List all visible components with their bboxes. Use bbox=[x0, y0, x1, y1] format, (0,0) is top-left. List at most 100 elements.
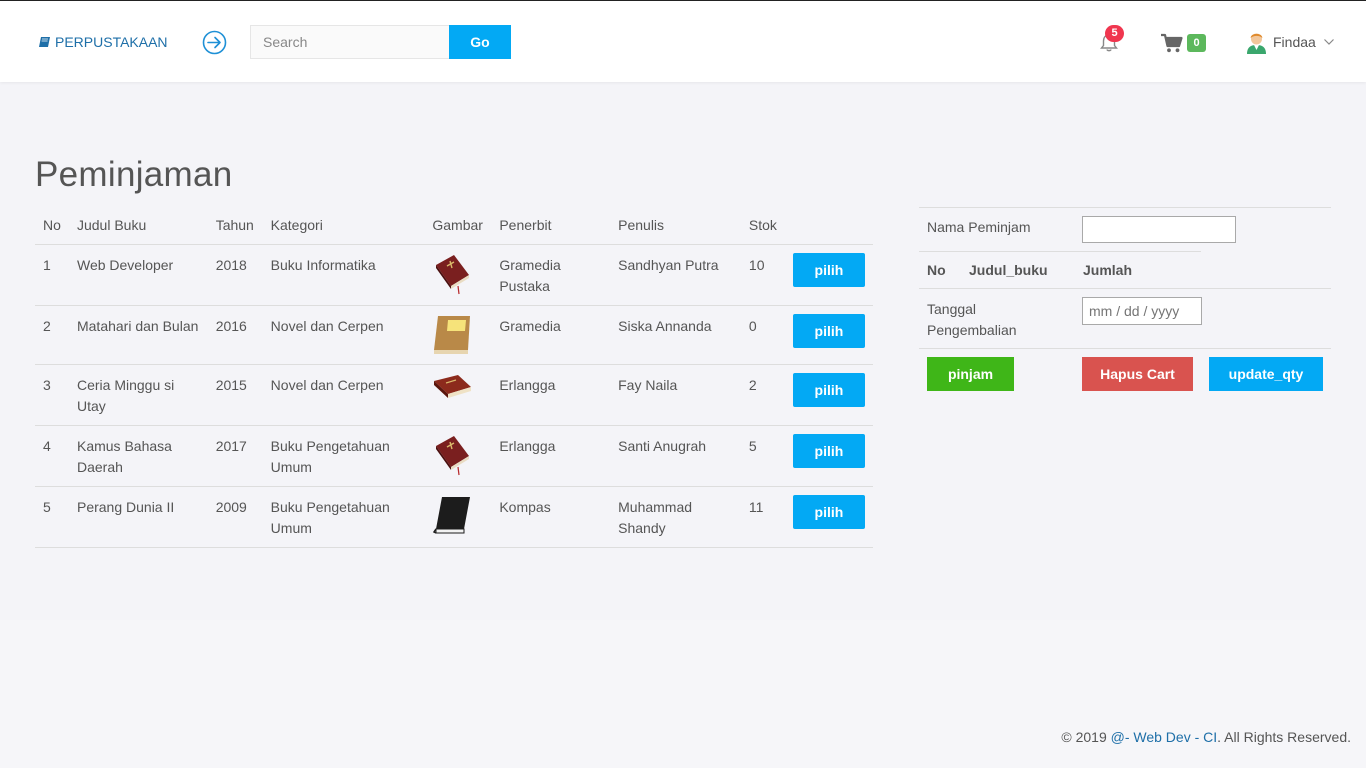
tanggal-label: Tanggal Pengembalian bbox=[927, 301, 1017, 338]
cell-stok: 5 bbox=[740, 425, 785, 487]
cell-penulis: Fay Naila bbox=[610, 364, 741, 426]
cell-penulis: Siska Annanda bbox=[610, 305, 741, 365]
arrow-right-circle-icon[interactable] bbox=[202, 30, 227, 55]
cell-kategori: Buku Pengetahuan Umum bbox=[262, 486, 425, 548]
pilih-button[interactable]: pilih bbox=[792, 372, 865, 407]
footer-link[interactable]: @- Web Dev - CI bbox=[1111, 729, 1218, 745]
cell-tahun: 2009 bbox=[207, 486, 263, 548]
books-table: No Judul Buku Tahun Kategori Gambar Pene… bbox=[35, 207, 873, 548]
cell-stok: 0 bbox=[740, 305, 785, 365]
table-row: 4 Kamus Bahasa Daerah 2017 Buku Pengetah… bbox=[35, 425, 873, 487]
column-header-penerbit: Penerbit bbox=[491, 207, 611, 245]
cart-header-jumlah: Jumlah bbox=[1083, 262, 1133, 278]
pilih-button[interactable]: pilih bbox=[792, 433, 865, 468]
book-cover-image bbox=[433, 496, 471, 534]
cell-action: pilih bbox=[784, 486, 873, 548]
footer-copyright: © 2019 @- Web Dev - CI. All Rights Reser… bbox=[1061, 729, 1351, 745]
cell-penerbit: Erlangga bbox=[491, 425, 611, 487]
pilih-button[interactable]: pilih bbox=[792, 313, 865, 348]
search-go-button[interactable]: Go bbox=[449, 25, 511, 59]
pinjam-button[interactable]: pinjam bbox=[927, 357, 1014, 391]
search-input[interactable] bbox=[250, 25, 449, 59]
column-header-action bbox=[784, 207, 873, 245]
cell-no: 2 bbox=[35, 305, 69, 365]
cell-kategori: Buku Informatika bbox=[262, 244, 425, 306]
cell-action: pilih bbox=[784, 425, 873, 487]
notification-count-badge: 5 bbox=[1105, 25, 1124, 42]
column-header-gambar: Gambar bbox=[424, 207, 492, 245]
cell-action: pilih bbox=[784, 305, 873, 365]
cart-header-no: No bbox=[927, 262, 946, 278]
cell-no: 4 bbox=[35, 425, 69, 487]
cell-stok: 11 bbox=[740, 486, 785, 548]
avatar bbox=[1247, 33, 1266, 54]
cell-gambar bbox=[424, 486, 492, 548]
user-menu[interactable]: Findaa bbox=[1246, 30, 1334, 54]
cell-penulis: Santi Anugrah bbox=[610, 425, 741, 487]
footer-suffix: . All Rights Reserved. bbox=[1217, 729, 1351, 745]
table-header-row: No Judul Buku Tahun Kategori Gambar Pene… bbox=[35, 207, 873, 245]
update-qty-button[interactable]: update_qty bbox=[1209, 357, 1323, 391]
cell-kategori: Novel dan Cerpen bbox=[262, 364, 425, 426]
table-row: 3 Ceria Minggu si Utay 2015 Novel dan Ce… bbox=[35, 364, 873, 426]
cell-judul: Web Developer bbox=[68, 244, 208, 306]
book-icon bbox=[39, 37, 50, 47]
cell-penerbit: Erlangga bbox=[491, 364, 611, 426]
table-row: 1 Web Developer 2018 Buku Informatika Gr… bbox=[35, 244, 873, 306]
tanggal-row: Tanggal Pengembalian bbox=[919, 288, 1331, 348]
cell-gambar bbox=[424, 244, 492, 306]
form-actions: pinjam Hapus Cart update_qty bbox=[919, 348, 1331, 408]
page-footer-area bbox=[0, 620, 1366, 768]
cart-count-badge: 0 bbox=[1187, 34, 1206, 52]
column-header-no: No bbox=[35, 207, 69, 245]
page-title: Peminjaman bbox=[35, 155, 233, 194]
nama-peminjam-input[interactable] bbox=[1082, 216, 1236, 243]
user-name: Findaa bbox=[1273, 34, 1316, 50]
nama-peminjam-label: Nama Peminjam bbox=[927, 219, 1031, 235]
cell-no: 1 bbox=[35, 244, 69, 306]
column-header-penulis: Penulis bbox=[610, 207, 741, 245]
pilih-button[interactable]: pilih bbox=[792, 252, 865, 287]
loan-form-panel: Nama Peminjam No Judul_buku Jumlah Tangg… bbox=[919, 207, 1331, 408]
hapus-cart-button[interactable]: Hapus Cart bbox=[1082, 357, 1193, 391]
cell-gambar bbox=[424, 305, 492, 365]
cell-penerbit: Kompas bbox=[491, 486, 611, 548]
chevron-down-icon bbox=[1323, 39, 1334, 45]
brand-label: PERPUSTAKAAN bbox=[55, 34, 168, 50]
cell-tahun: 2015 bbox=[207, 364, 263, 426]
cell-tahun: 2018 bbox=[207, 244, 263, 306]
book-cover-image bbox=[434, 374, 472, 398]
cell-tahun: 2017 bbox=[207, 425, 263, 487]
cell-action: pilih bbox=[784, 364, 873, 426]
cell-penerbit: Gramedia Pustaka bbox=[491, 244, 611, 306]
column-header-stok: Stok bbox=[740, 207, 785, 245]
column-header-judul: Judul Buku bbox=[68, 207, 208, 245]
cell-gambar bbox=[424, 364, 492, 426]
top-navbar: PERPUSTAKAAN Go 5 0 Findaa bbox=[0, 0, 1366, 82]
nama-peminjam-row: Nama Peminjam bbox=[919, 207, 1331, 251]
cell-judul: Ceria Minggu si Utay bbox=[68, 364, 208, 426]
cell-penulis: Sandhyan Putra bbox=[610, 244, 741, 306]
cell-kategori: Novel dan Cerpen bbox=[262, 305, 425, 365]
book-cover-image bbox=[434, 315, 471, 354]
pilih-button[interactable]: pilih bbox=[792, 494, 865, 529]
book-cover-image bbox=[436, 435, 470, 475]
cell-penulis: Muhammad Shandy bbox=[610, 486, 741, 548]
column-header-tahun: Tahun bbox=[207, 207, 263, 245]
cell-gambar bbox=[424, 425, 492, 487]
cell-no: 3 bbox=[35, 364, 69, 426]
cell-stok: 10 bbox=[740, 244, 785, 306]
tanggal-pengembalian-input[interactable] bbox=[1082, 297, 1202, 325]
cell-action: pilih bbox=[784, 244, 873, 306]
cell-stok: 2 bbox=[740, 364, 785, 426]
cell-penerbit: Gramedia bbox=[491, 305, 611, 365]
book-cover-image bbox=[436, 254, 470, 294]
cart-table-header: No Judul_buku Jumlah bbox=[919, 251, 1201, 288]
search-form: Go bbox=[250, 25, 511, 59]
footer-prefix: © 2019 bbox=[1061, 729, 1111, 745]
cell-kategori: Buku Pengetahuan Umum bbox=[262, 425, 425, 487]
table-row: 5 Perang Dunia II 2009 Buku Pengetahuan … bbox=[35, 486, 873, 548]
cell-judul: Matahari dan Bulan bbox=[68, 305, 208, 365]
brand-link[interactable]: PERPUSTAKAAN bbox=[39, 34, 168, 50]
shopping-cart-icon[interactable] bbox=[1161, 33, 1183, 53]
